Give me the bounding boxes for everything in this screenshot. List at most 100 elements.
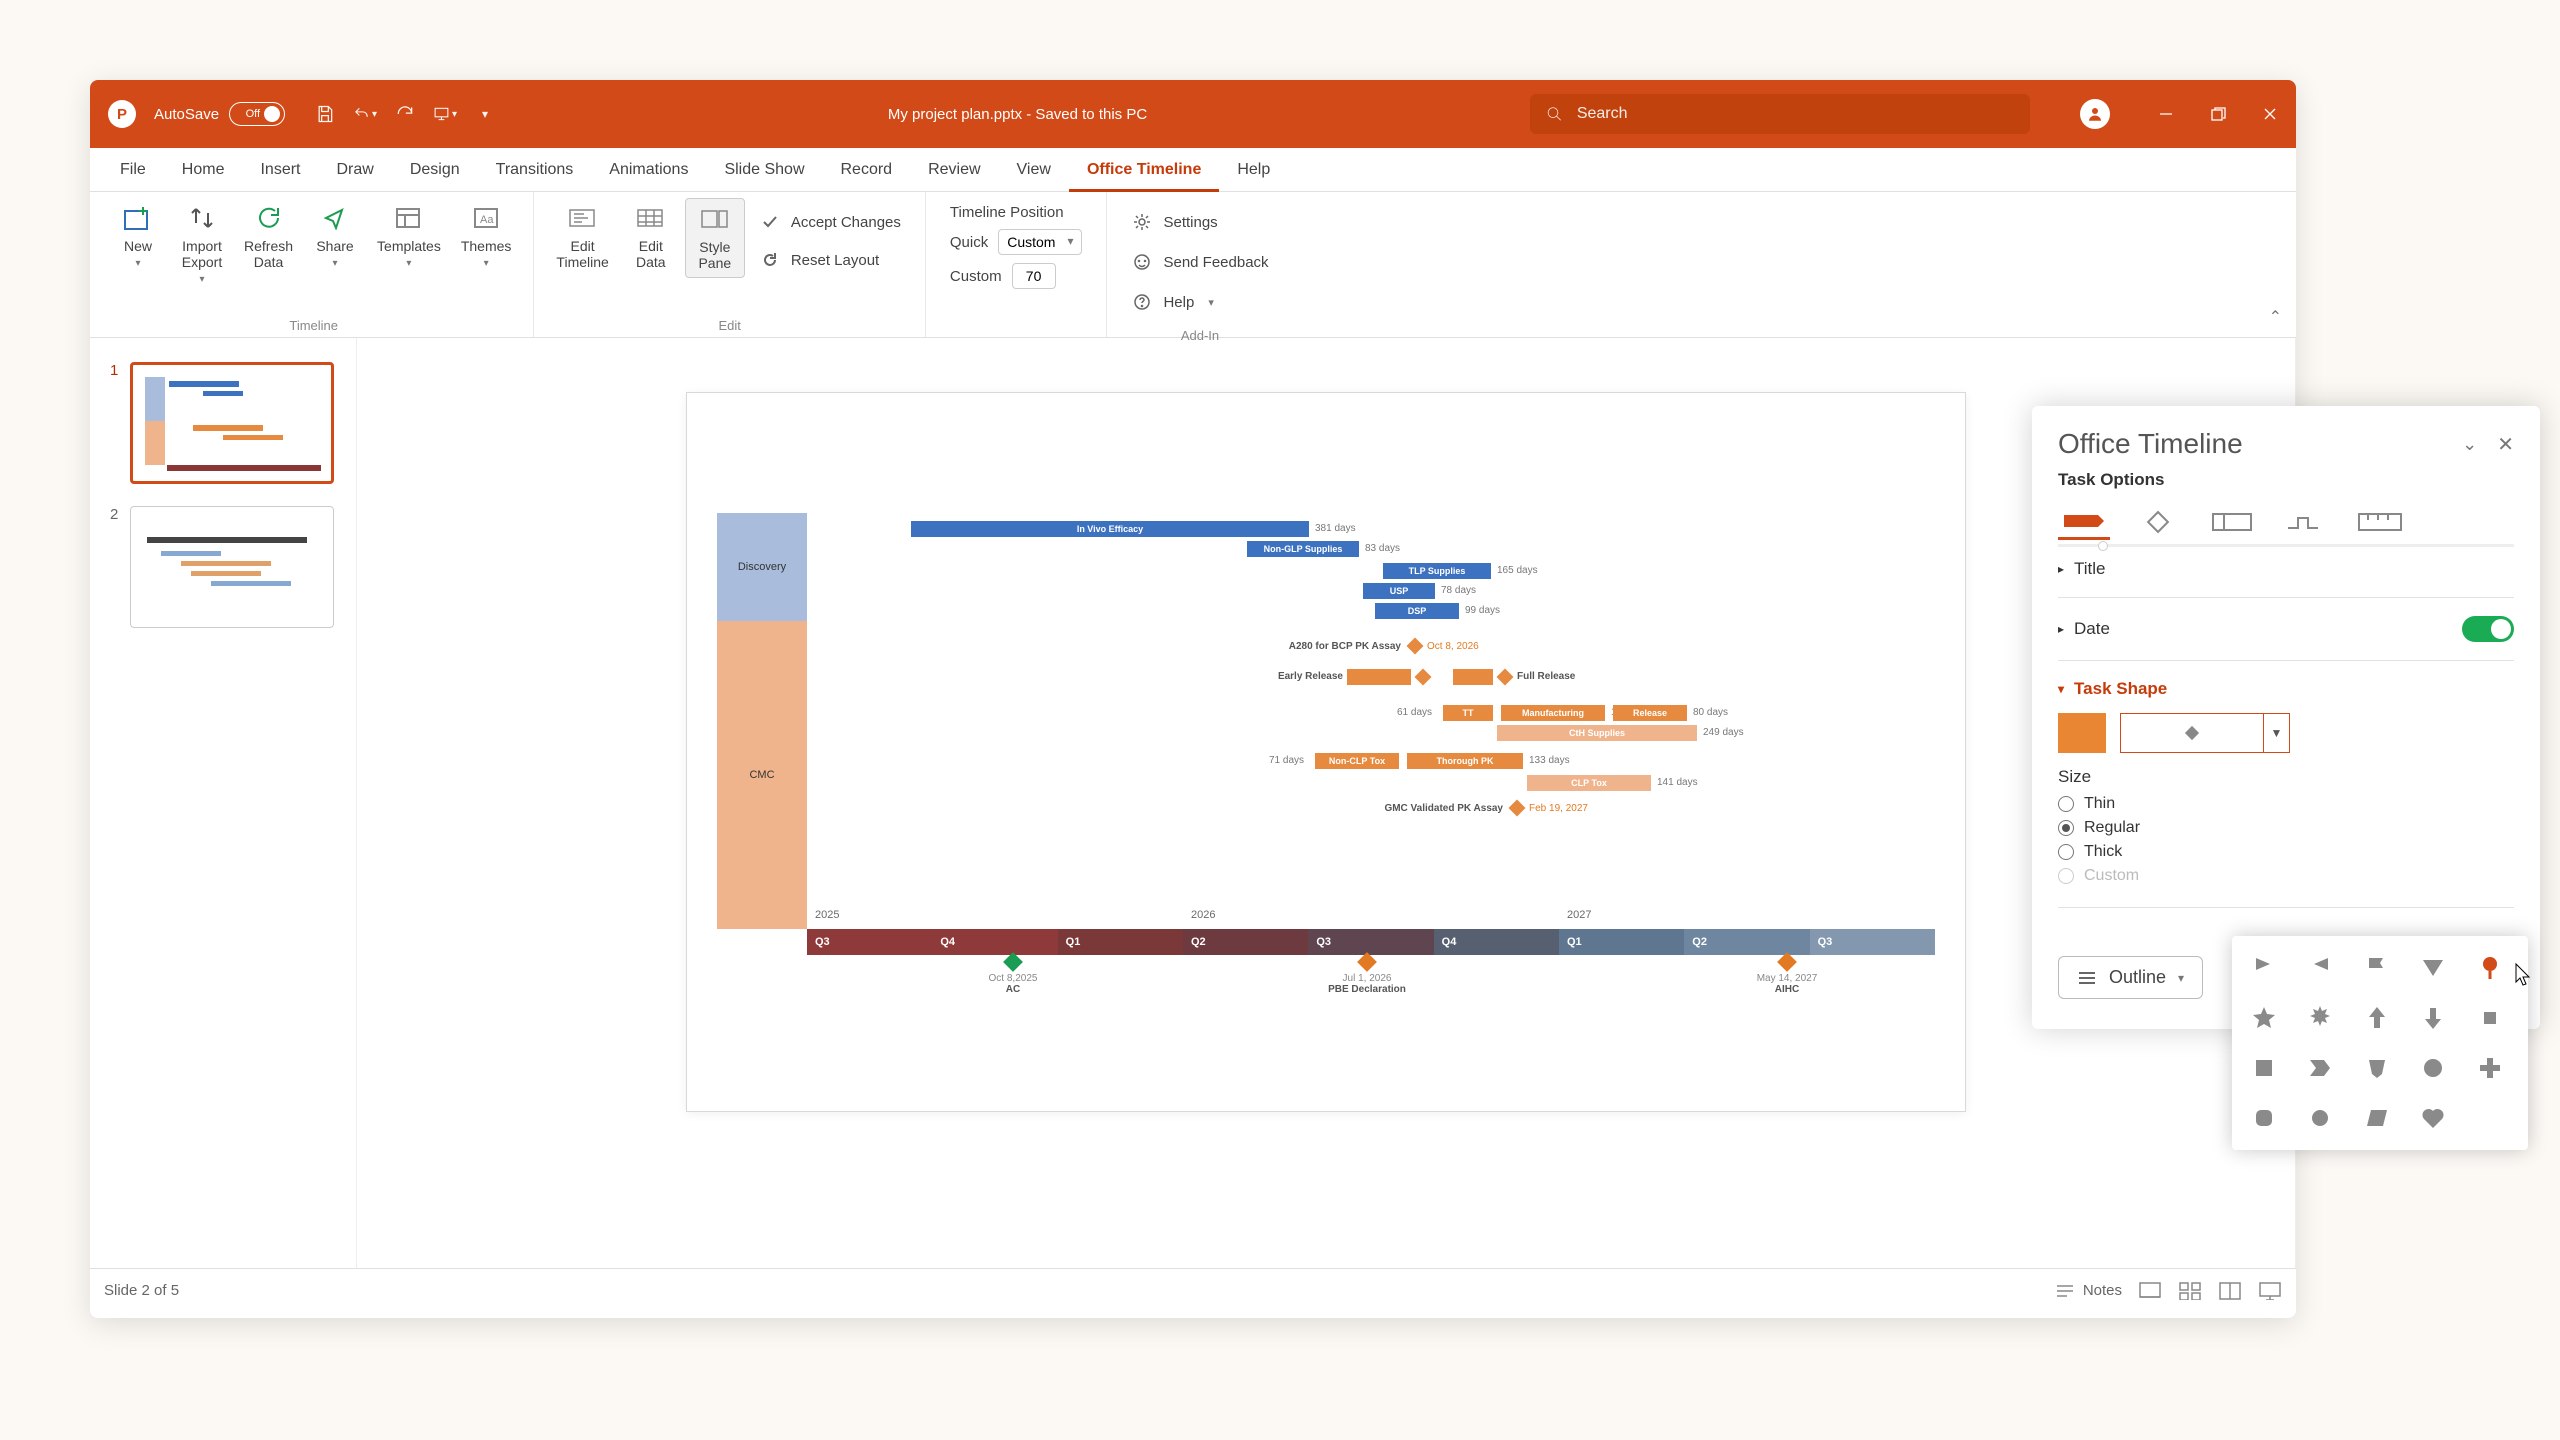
task-bar[interactable]: TT bbox=[1443, 705, 1493, 721]
shape-option-circle[interactable] bbox=[2419, 1054, 2447, 1082]
ribbon-edit-data[interactable]: Edit Data bbox=[621, 198, 681, 276]
menu-help[interactable]: Help bbox=[1219, 148, 1288, 192]
task-color-swatch[interactable] bbox=[2058, 713, 2106, 753]
task-shape-dropdown[interactable]: ▼ bbox=[2263, 714, 2289, 752]
maximize-button[interactable] bbox=[2192, 80, 2244, 148]
slide-thumbnail-2[interactable] bbox=[130, 506, 334, 628]
ribbon-import-export[interactable]: Import Export▾ bbox=[172, 198, 232, 292]
task-bar[interactable]: In Vivo Efficacy bbox=[911, 521, 1309, 537]
shape-option-flag-r[interactable] bbox=[2250, 954, 2278, 982]
ribbon-accept-changes[interactable]: Accept Changes bbox=[759, 204, 901, 240]
account-avatar[interactable] bbox=[2080, 99, 2110, 129]
timeline-milestone[interactable]: May 14, 2027AIHC bbox=[1747, 955, 1827, 995]
shape-option-square-sm[interactable] bbox=[2476, 1004, 2504, 1032]
date-toggle[interactable] bbox=[2462, 616, 2514, 642]
section-title[interactable]: ▸Title bbox=[2058, 559, 2514, 579]
task-bar[interactable]: Non-GLP Supplies bbox=[1247, 541, 1359, 557]
menu-design[interactable]: Design bbox=[392, 148, 478, 192]
menu-record[interactable]: Record bbox=[823, 148, 911, 192]
timeline-position-quick-select[interactable]: Custom bbox=[998, 229, 1082, 255]
shape-tab-bar[interactable] bbox=[2058, 504, 2110, 540]
shape-option-square[interactable] bbox=[2250, 1054, 2278, 1082]
task-bar[interactable]: DSP bbox=[1375, 603, 1459, 619]
task-bar[interactable]: Manufacturing bbox=[1501, 705, 1605, 721]
shape-option-flag[interactable] bbox=[2363, 954, 2391, 982]
task-bar[interactable]: CtH Supplies bbox=[1497, 725, 1697, 741]
timeline-position-custom-input[interactable] bbox=[1012, 263, 1056, 289]
notes-button[interactable]: Notes bbox=[2053, 1280, 2122, 1302]
task-bar[interactable]: Release bbox=[1613, 705, 1687, 721]
ribbon-themes[interactable]: AaThemes▾ bbox=[453, 198, 520, 276]
search-box[interactable] bbox=[1530, 94, 2030, 134]
menu-slide-show[interactable]: Slide Show bbox=[706, 148, 822, 192]
shape-tab-scale[interactable] bbox=[2354, 504, 2406, 540]
shape-option-para[interactable] bbox=[2363, 1104, 2391, 1132]
minimize-button[interactable] bbox=[2140, 80, 2192, 148]
shape-option-arrow-up[interactable] bbox=[2363, 1004, 2391, 1032]
shape-option-heart[interactable] bbox=[2419, 1104, 2447, 1132]
shape-tab-rect[interactable] bbox=[2206, 504, 2258, 540]
menu-office-timeline[interactable]: Office Timeline bbox=[1069, 148, 1219, 192]
pane-close-icon[interactable]: ✕ bbox=[2497, 432, 2514, 457]
ribbon-collapse[interactable]: ⌃ bbox=[2269, 307, 2282, 327]
view-sorter-icon[interactable] bbox=[2178, 1280, 2202, 1302]
view-slideshow-icon[interactable] bbox=[2258, 1280, 2282, 1302]
size-option-regular[interactable]: Regular bbox=[2058, 819, 2514, 837]
milestone-icon[interactable] bbox=[1509, 800, 1526, 817]
pane-collapse-icon[interactable]: ⌄ bbox=[2462, 434, 2477, 455]
milestone-icon[interactable] bbox=[1415, 669, 1432, 686]
shape-option-burst[interactable] bbox=[2306, 1004, 2334, 1032]
task-bar[interactable]: Thorough PK bbox=[1407, 753, 1523, 769]
timeline-milestone[interactable]: Oct 8,2025AC bbox=[973, 955, 1053, 995]
save-icon[interactable] bbox=[313, 102, 337, 126]
shape-option-chev[interactable] bbox=[2306, 1054, 2334, 1082]
shape-option-plus[interactable] bbox=[2476, 1054, 2504, 1082]
ribbon-share[interactable]: Share▾ bbox=[305, 198, 365, 276]
timeline-milestone[interactable]: Jul 1, 2026PBE Declaration bbox=[1327, 955, 1407, 995]
undo-icon[interactable]: ▾ bbox=[353, 102, 377, 126]
shape-option-tri-down[interactable] bbox=[2419, 954, 2447, 982]
section-date[interactable]: ▸Date bbox=[2058, 616, 2514, 642]
milestone-icon[interactable] bbox=[1407, 638, 1424, 655]
ribbon-new[interactable]: New▾ bbox=[108, 198, 168, 276]
outline-button[interactable]: Outline ▾ bbox=[2058, 956, 2203, 999]
shape-tab-diamond[interactable] bbox=[2132, 504, 2184, 540]
ribbon-reset-layout[interactable]: Reset Layout bbox=[759, 242, 901, 278]
redo-icon[interactable] bbox=[393, 102, 417, 126]
slide-canvas-area[interactable]: Discovery CMC 202520262027 Q3Q4Q1Q2Q3Q4Q… bbox=[356, 338, 2296, 1268]
size-option-thin[interactable]: Thin bbox=[2058, 795, 2514, 813]
task-bar[interactable]: Non-CLP Tox bbox=[1315, 753, 1399, 769]
autosave[interactable]: AutoSave Off bbox=[154, 102, 285, 126]
size-option-thick[interactable]: Thick bbox=[2058, 843, 2514, 861]
section-task-shape[interactable]: ▾Task Shape bbox=[2058, 679, 2514, 699]
ribbon-templates[interactable]: Templates▾ bbox=[369, 198, 449, 276]
task-bar[interactable]: USP bbox=[1363, 583, 1435, 599]
close-button[interactable] bbox=[2244, 80, 2296, 148]
autosave-toggle[interactable]: Off bbox=[229, 102, 285, 126]
shape-option-pin[interactable] bbox=[2476, 954, 2504, 982]
menu-file[interactable]: File bbox=[102, 148, 164, 192]
menu-view[interactable]: View bbox=[999, 148, 1069, 192]
shape-option-star[interactable] bbox=[2250, 1004, 2278, 1032]
shape-option-shield[interactable] bbox=[2363, 1054, 2391, 1082]
view-reading-icon[interactable] bbox=[2218, 1280, 2242, 1302]
ribbon-edit-timeline[interactable]: Edit Timeline bbox=[548, 198, 616, 276]
menu-review[interactable]: Review bbox=[910, 148, 998, 192]
qat-more-icon[interactable]: ▾ bbox=[473, 102, 497, 126]
menu-transitions[interactable]: Transitions bbox=[478, 148, 592, 192]
menu-animations[interactable]: Animations bbox=[591, 148, 706, 192]
shape-option-flag-l[interactable] bbox=[2306, 954, 2334, 982]
task-bar[interactable] bbox=[1347, 669, 1411, 685]
task-bar[interactable]: TLP Supplies bbox=[1383, 563, 1491, 579]
shape-option-arrow-down[interactable] bbox=[2419, 1004, 2447, 1032]
task-bar[interactable]: CLP Tox bbox=[1527, 775, 1651, 791]
ribbon-help[interactable]: Help▾ bbox=[1131, 284, 1268, 320]
shape-tab-step[interactable] bbox=[2280, 504, 2332, 540]
present-icon[interactable]: ▾ bbox=[433, 102, 457, 126]
slide-thumbnail-1[interactable] bbox=[130, 362, 334, 484]
ribbon-refresh-data[interactable]: Refresh Data bbox=[236, 198, 301, 276]
menu-insert[interactable]: Insert bbox=[242, 148, 318, 192]
shape-option-round-sq2[interactable] bbox=[2306, 1104, 2334, 1132]
menu-draw[interactable]: Draw bbox=[318, 148, 391, 192]
task-shape-select[interactable]: ▼ bbox=[2120, 713, 2290, 753]
